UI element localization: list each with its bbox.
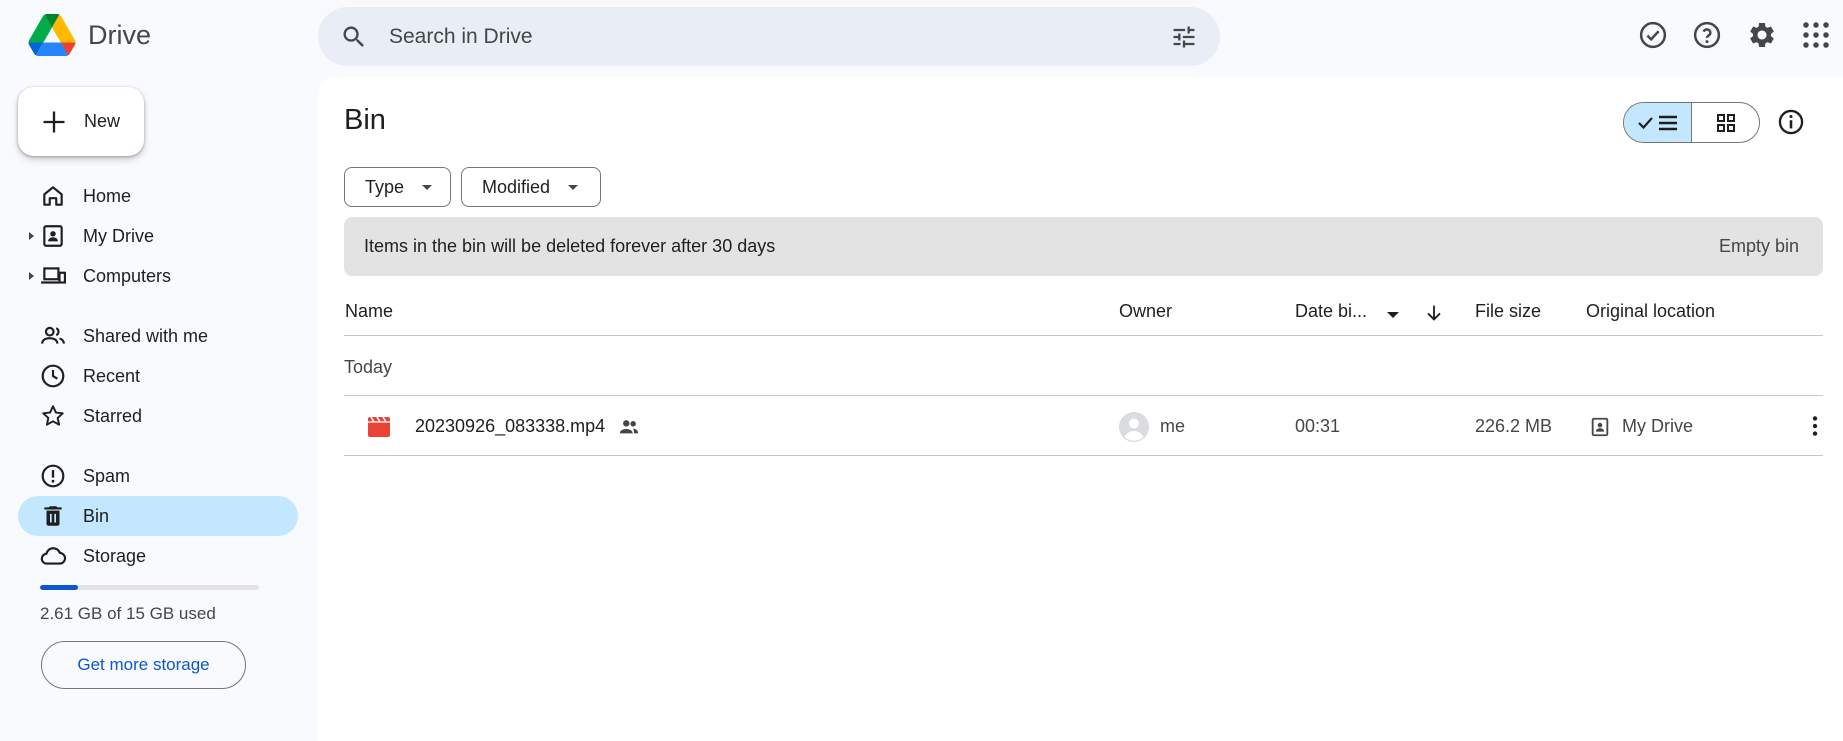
bin-notice-banner: Items in the bin will be deleted forever… bbox=[344, 217, 1823, 276]
sidebar-item-label: Bin bbox=[83, 505, 110, 526]
sidebar-item-spam[interactable]: Spam bbox=[18, 456, 298, 496]
sidebar-item-starred[interactable]: Starred bbox=[18, 396, 298, 436]
file-owner: me bbox=[1160, 416, 1186, 436]
settings-icon[interactable] bbox=[1747, 20, 1777, 50]
empty-bin-button[interactable]: Empty bin bbox=[1719, 236, 1799, 257]
group-label-today: Today bbox=[344, 357, 393, 377]
storage-progress-bar bbox=[40, 585, 259, 590]
drive-logo[interactable]: Drive bbox=[28, 14, 151, 56]
page-title: Bin bbox=[344, 104, 386, 136]
storage-usage-text: 2.61 GB of 15 GB used bbox=[40, 604, 216, 623]
sort-dropdown-icon[interactable] bbox=[1383, 305, 1403, 325]
column-header-owner[interactable]: Owner bbox=[1119, 301, 1172, 322]
list-view-button[interactable] bbox=[1624, 103, 1692, 142]
search-input[interactable]: Search in Drive bbox=[389, 25, 533, 49]
computers-icon bbox=[41, 267, 66, 284]
sidebar-item-label: Home bbox=[83, 185, 132, 206]
my-drive-icon bbox=[1591, 417, 1609, 437]
app-name: Drive bbox=[88, 19, 152, 50]
sidebar-item-label: Spam bbox=[83, 465, 131, 486]
view-toggle[interactable] bbox=[1623, 102, 1760, 143]
more-vert-icon[interactable] bbox=[1802, 413, 1828, 439]
home-icon bbox=[43, 186, 63, 206]
sidebar-item-recent[interactable]: Recent bbox=[18, 356, 298, 396]
shared-people-icon bbox=[619, 420, 639, 434]
chip-label: Type bbox=[365, 176, 405, 197]
star-icon bbox=[42, 405, 64, 426]
video-file-icon bbox=[368, 417, 390, 437]
table-row[interactable]: 20230926_083338.mp4 me 00:31 226.2 MB My… bbox=[344, 397, 1823, 455]
sidebar-item-label: Storage bbox=[83, 545, 147, 566]
shared-icon bbox=[41, 326, 65, 344]
search-options-icon[interactable] bbox=[1170, 23, 1198, 51]
chevron-down-icon bbox=[568, 184, 579, 190]
expand-caret-icon[interactable] bbox=[29, 232, 34, 240]
spam-icon bbox=[41, 464, 65, 488]
file-date-binned: 00:31 bbox=[1295, 416, 1341, 436]
column-header-file-size[interactable]: File size bbox=[1475, 301, 1541, 322]
default-avatar-icon bbox=[1119, 412, 1149, 442]
ready-for-offline-icon[interactable] bbox=[1638, 20, 1668, 50]
chevron-down-icon bbox=[422, 184, 433, 190]
check-list-icon bbox=[1637, 115, 1677, 130]
grid-icon bbox=[1716, 113, 1735, 132]
file-size: 226.2 MB bbox=[1475, 416, 1553, 436]
modified-filter-chip[interactable]: Modified bbox=[461, 167, 601, 207]
cloud-icon bbox=[40, 547, 66, 565]
apps-grid-icon[interactable] bbox=[1801, 20, 1831, 50]
plus-icon bbox=[43, 111, 65, 132]
expand-caret-icon[interactable] bbox=[29, 272, 34, 280]
clock-icon bbox=[41, 364, 65, 388]
sidebar-item-label: Starred bbox=[83, 405, 143, 426]
divider bbox=[344, 335, 1823, 336]
sidebar-item-home[interactable]: Home bbox=[18, 176, 298, 216]
get-more-storage-button[interactable]: Get more storage bbox=[41, 641, 246, 689]
drive-logo-icon bbox=[28, 14, 76, 56]
sidebar-item-bin[interactable]: Bin bbox=[18, 496, 298, 536]
type-filter-chip[interactable]: Type bbox=[344, 167, 451, 207]
sidebar-item-my-drive[interactable]: My Drive bbox=[18, 216, 298, 256]
info-icon[interactable] bbox=[1777, 108, 1805, 136]
column-header-date-binned[interactable]: Date bi... bbox=[1295, 301, 1367, 322]
divider bbox=[344, 395, 1823, 396]
sidebar-item-label: Shared with me bbox=[83, 325, 209, 346]
search-bar[interactable]: Search in Drive bbox=[318, 7, 1220, 66]
file-original-location[interactable]: My Drive bbox=[1622, 416, 1693, 437]
new-button[interactable]: New bbox=[18, 87, 144, 156]
sidebar-item-shared-with-me[interactable]: Shared with me bbox=[18, 316, 298, 356]
sort-direction-arrow-icon[interactable] bbox=[1423, 302, 1445, 324]
search-icon[interactable] bbox=[340, 23, 368, 51]
sidebar-item-label: My Drive bbox=[83, 225, 154, 246]
my-drive-icon bbox=[43, 225, 63, 247]
sidebar-item-storage[interactable]: Storage bbox=[18, 536, 298, 576]
column-header-original-location[interactable]: Original location bbox=[1586, 301, 1715, 322]
divider bbox=[344, 455, 1823, 456]
sidebar-item-label: Recent bbox=[83, 365, 141, 386]
chip-label: Modified bbox=[482, 176, 551, 197]
bin-notice-text: Items in the bin will be deleted forever… bbox=[364, 236, 776, 256]
file-name[interactable]: 20230926_083338.mp4 bbox=[415, 416, 605, 437]
sidebar-item-label: Computers bbox=[83, 265, 172, 286]
help-icon[interactable] bbox=[1692, 20, 1722, 50]
bin-icon bbox=[44, 506, 62, 526]
sidebar-item-computers[interactable]: Computers bbox=[18, 256, 298, 296]
column-header-name[interactable]: Name bbox=[345, 301, 393, 322]
owner-avatar bbox=[1119, 412, 1149, 442]
storage-progress-fill bbox=[40, 585, 79, 590]
grid-view-button[interactable] bbox=[1692, 103, 1759, 142]
main-panel: Bin Type Modified Items in the bin will … bbox=[318, 77, 1843, 741]
new-button-label: New bbox=[84, 111, 121, 131]
